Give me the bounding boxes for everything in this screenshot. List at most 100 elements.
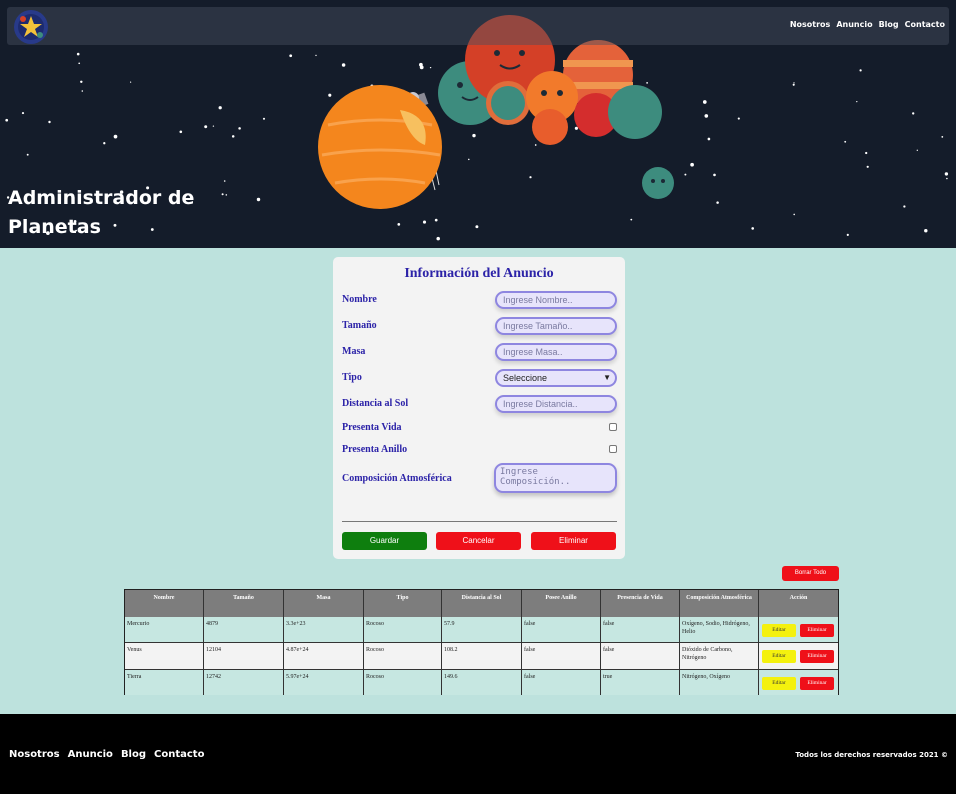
footer-link-contacto[interactable]: Contacto	[154, 749, 204, 760]
star	[262, 117, 266, 120]
tamano-input[interactable]: Ingrese Tamaño..	[495, 317, 617, 335]
star	[113, 134, 118, 139]
footer-link-blog[interactable]: Blog	[121, 749, 146, 760]
nav-link-blog[interactable]: Blog	[879, 20, 899, 29]
star	[204, 125, 208, 129]
star	[21, 112, 25, 115]
masa-input[interactable]: Ingrese Masa..	[495, 343, 617, 361]
star	[179, 130, 183, 134]
star	[436, 236, 440, 241]
cell-masa: 5.97e+24	[284, 670, 364, 695]
cell-tamano: 12742	[204, 670, 284, 695]
ad-info-form: Información del Anuncio Nombre Ingrese N…	[333, 257, 625, 559]
star	[751, 227, 755, 230]
star	[737, 117, 740, 120]
cell-vida: false	[601, 617, 680, 643]
star	[866, 165, 869, 168]
star	[903, 205, 906, 208]
planet-logo-icon[interactable]	[13, 9, 49, 45]
delete-row-button[interactable]: Eliminar	[800, 624, 834, 637]
star	[256, 197, 261, 202]
star	[716, 201, 719, 204]
star	[792, 83, 795, 86]
distancia-input[interactable]: Ingrese Distancia..	[495, 395, 617, 413]
star	[76, 52, 80, 56]
hero-banner: Nosotros Anuncio Blog Contacto Administr…	[0, 0, 956, 248]
star	[946, 177, 948, 180]
star	[941, 136, 944, 138]
cell-tipo: Rocoso	[364, 617, 442, 643]
cell-actions: Editar Eliminar	[759, 670, 838, 695]
cell-anillo: false	[522, 643, 601, 670]
cell-tamano: 4879	[204, 617, 284, 643]
star	[912, 112, 915, 115]
cell-nombre: Tierra	[125, 670, 204, 695]
footer-nav: Nosotros Anuncio Blog Contacto	[9, 749, 204, 760]
star	[103, 142, 106, 145]
star	[707, 137, 711, 141]
star	[844, 140, 847, 143]
cancel-button[interactable]: Cancelar	[436, 532, 521, 550]
nav-link-anuncio[interactable]: Anuncio	[836, 20, 872, 29]
chevron-down-icon: ▼	[603, 373, 611, 382]
vida-checkbox[interactable]	[609, 423, 617, 431]
star	[916, 149, 918, 151]
form-divider	[342, 521, 617, 522]
save-button[interactable]: Guardar	[342, 532, 427, 550]
star	[397, 223, 401, 226]
column-header: Posee Anillo	[522, 590, 601, 617]
cell-distancia: 108.2	[442, 643, 522, 670]
cell-masa: 4.87e+24	[284, 643, 364, 670]
footer-link-nosotros[interactable]: Nosotros	[9, 749, 60, 760]
anillo-label: Presenta Anillo	[342, 444, 408, 455]
star	[225, 194, 228, 196]
star	[130, 81, 132, 83]
star	[856, 100, 858, 103]
star	[48, 120, 51, 124]
footer-link-anuncio[interactable]: Anuncio	[68, 749, 113, 760]
page-footer: Nosotros Anuncio Blog Contacto Todos los…	[0, 714, 956, 794]
star	[223, 180, 226, 182]
cell-composicion: Nitrógeno, Oxígeno	[680, 670, 759, 695]
star	[221, 193, 224, 196]
star	[231, 135, 235, 138]
cell-anillo: false	[522, 617, 601, 643]
cell-distancia: 57.9	[442, 617, 522, 643]
anillo-checkbox[interactable]	[609, 445, 617, 453]
cell-actions: Editar Eliminar	[759, 643, 838, 670]
star	[846, 233, 849, 236]
page-title: Administrador de Planetas	[8, 187, 195, 238]
star	[81, 90, 84, 92]
form-title: Información del Anuncio	[404, 266, 554, 281]
edit-button[interactable]: Editar	[762, 677, 796, 690]
star	[704, 114, 709, 118]
main-nav: Nosotros Anuncio Blog Contacto	[790, 20, 945, 29]
nav-link-nosotros[interactable]: Nosotros	[790, 20, 830, 29]
delete-row-button[interactable]: Eliminar	[800, 677, 834, 690]
cell-composicion: Oxígeno, Sodio, Hidrógeno, Helio	[680, 617, 759, 643]
cell-anillo: false	[522, 670, 601, 695]
copyright-text: Todos los derechos reservados 2021 ©	[795, 751, 948, 759]
delete-row-button[interactable]: Eliminar	[800, 650, 834, 663]
composicion-textarea[interactable]: Ingrese Composición..	[494, 463, 617, 493]
star	[793, 213, 795, 216]
delete-all-button[interactable]: Borrar Todo	[782, 566, 839, 581]
tipo-select[interactable]: Seleccione ▼	[495, 369, 617, 387]
nombre-input[interactable]: Ingrese Nombre..	[495, 291, 617, 309]
column-header: Tamaño	[204, 590, 284, 617]
column-header: Tipo	[364, 590, 442, 617]
masa-label: Masa	[342, 346, 366, 357]
edit-button[interactable]: Editar	[762, 650, 796, 663]
star	[212, 125, 215, 127]
cell-tamano: 12104	[204, 643, 284, 670]
edit-button[interactable]: Editar	[762, 624, 796, 637]
star	[289, 54, 293, 58]
table-row: Mercurio 4879 3.3e+23 Rocoso 57.9 false …	[125, 617, 838, 643]
star	[630, 218, 633, 221]
star	[865, 151, 868, 155]
nav-link-contacto[interactable]: Contacto	[905, 20, 945, 29]
delete-button[interactable]: Eliminar	[531, 532, 616, 550]
table-header-row: Nombre Tamaño Masa Tipo Distancia al Sol…	[125, 590, 838, 617]
nombre-label: Nombre	[342, 294, 377, 305]
star	[713, 173, 716, 177]
